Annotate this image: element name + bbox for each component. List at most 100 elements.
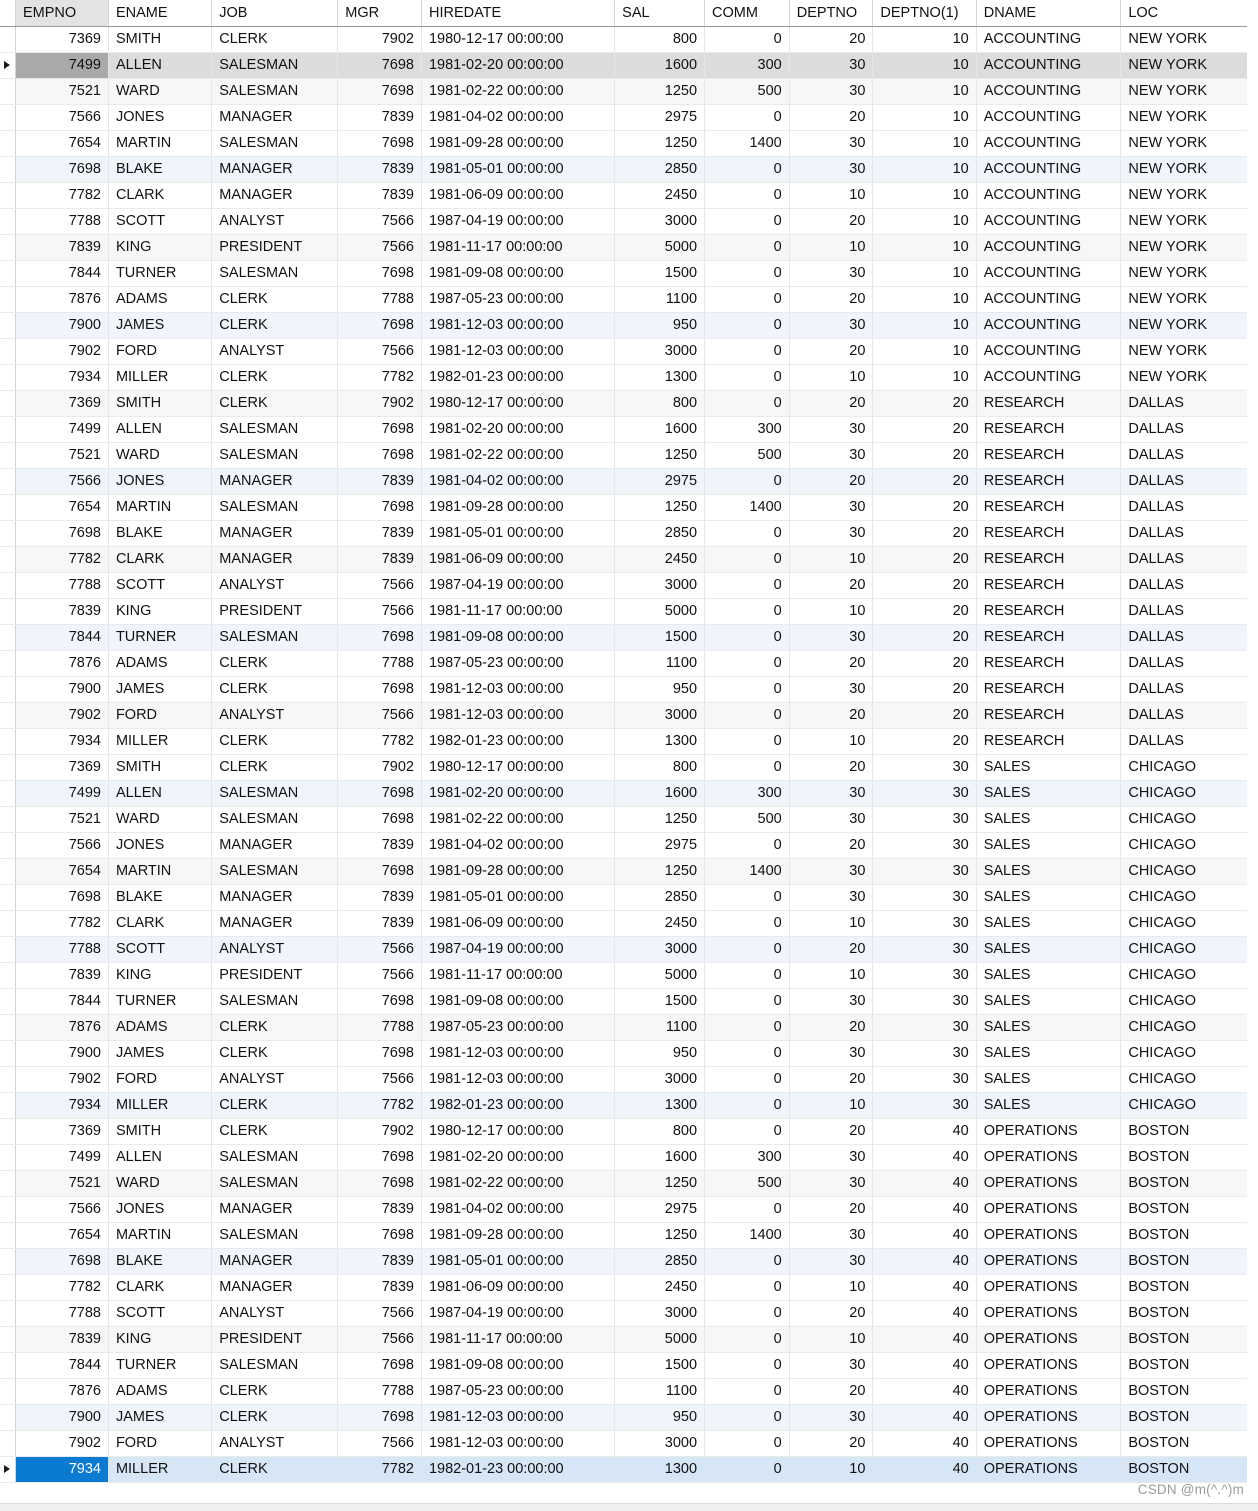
cell-loc[interactable]: DALLAS [1120, 442, 1247, 469]
cell-comm[interactable]: 0 [704, 234, 790, 261]
cell-sal[interactable]: 2975 [614, 468, 706, 495]
cell-hiredate[interactable]: 1981-12-03 00:00:00 [421, 1404, 616, 1431]
table-row[interactable]: 7521 WARD SALESMAN 7698 1981-02-22 00:00:00 1… [0, 1170, 1247, 1197]
cell-mgr[interactable]: 7698 [337, 1222, 422, 1249]
cell-mgr[interactable]: 7782 [337, 1456, 422, 1483]
cell-hiredate[interactable]: 1982-01-23 00:00:00 [421, 1092, 616, 1119]
cell-sal[interactable]: 5000 [614, 598, 706, 625]
cell-comm[interactable]: 0 [704, 1274, 790, 1301]
cell-comm[interactable]: 0 [704, 520, 790, 547]
cell-hiredate[interactable]: 1981-09-28 00:00:00 [421, 858, 616, 885]
cell-ename[interactable]: JAMES [108, 676, 213, 703]
cell-comm[interactable]: 500 [704, 442, 790, 469]
cell-comm[interactable]: 0 [704, 650, 790, 677]
cell-job[interactable]: SALESMAN [211, 78, 339, 105]
row-indicator-cell[interactable] [0, 1430, 17, 1457]
cell-job[interactable]: MANAGER [211, 832, 339, 859]
cell-dname[interactable]: RESEARCH [976, 468, 1122, 495]
cell-dname[interactable]: OPERATIONS [976, 1456, 1122, 1483]
cell-loc[interactable]: CHICAGO [1120, 1066, 1247, 1093]
cell-deptno1[interactable]: 10 [872, 78, 977, 105]
cell-empno[interactable]: 7698 [15, 884, 109, 911]
cell-hiredate[interactable]: 1981-05-01 00:00:00 [421, 156, 616, 183]
cell-comm[interactable]: 0 [704, 754, 790, 781]
cell-deptno[interactable]: 10 [789, 546, 874, 573]
cell-deptno[interactable]: 20 [789, 1430, 874, 1457]
cell-dname[interactable]: SALES [976, 806, 1122, 833]
cell-deptno[interactable]: 30 [789, 858, 874, 885]
row-indicator-cell[interactable] [0, 1196, 17, 1223]
cell-deptno[interactable]: 20 [789, 702, 874, 729]
cell-sal[interactable]: 3000 [614, 208, 706, 235]
cell-ename[interactable]: KING [108, 598, 213, 625]
cell-mgr[interactable]: 7839 [337, 1274, 422, 1301]
cell-hiredate[interactable]: 1981-09-28 00:00:00 [421, 130, 616, 157]
table-body[interactable]: 7369 SMITH CLERK 7902 1980-12-17 00:00:00 800… [0, 26, 1247, 1483]
row-indicator-cell[interactable] [0, 1352, 17, 1379]
cell-job[interactable]: CLERK [211, 364, 339, 391]
cell-empno[interactable]: 7654 [15, 858, 109, 885]
cell-loc[interactable]: NEW YORK [1120, 234, 1247, 261]
cell-ename[interactable]: JAMES [108, 1404, 213, 1431]
table-row[interactable]: 7844 TURNER SALESMAN 7698 1981-09-08 00:00:0… [0, 1352, 1247, 1379]
cell-sal[interactable]: 3000 [614, 572, 706, 599]
cell-dname[interactable]: RESEARCH [976, 624, 1122, 651]
cell-empno[interactable]: 7369 [15, 1118, 109, 1145]
cell-comm[interactable]: 300 [704, 52, 790, 79]
cell-comm[interactable]: 1400 [704, 1222, 790, 1249]
cell-loc[interactable]: DALLAS [1120, 546, 1247, 573]
table-row[interactable]: 7499 ALLEN SALESMAN 7698 1981-02-20 00:00:00… [0, 780, 1247, 807]
cell-sal[interactable]: 5000 [614, 962, 706, 989]
cell-dname[interactable]: SALES [976, 1066, 1122, 1093]
table-row[interactable]: 7369 SMITH CLERK 7902 1980-12-17 00:00:00 800… [0, 390, 1247, 417]
cell-empno[interactable]: 7844 [15, 988, 109, 1015]
cell-empno[interactable]: 7876 [15, 286, 109, 313]
cell-job[interactable]: ANALYST [211, 1430, 339, 1457]
table-row[interactable]: 7521 WARD SALESMAN 7698 1981-02-22 00:00:00 1… [0, 442, 1247, 469]
cell-comm[interactable]: 0 [704, 260, 790, 287]
cell-comm[interactable]: 0 [704, 26, 790, 53]
cell-ename[interactable]: SCOTT [108, 208, 213, 235]
row-indicator-cell[interactable] [0, 702, 17, 729]
cell-deptno1[interactable]: 30 [872, 936, 977, 963]
cell-dname[interactable]: OPERATIONS [976, 1300, 1122, 1327]
cell-mgr[interactable]: 7698 [337, 130, 422, 157]
table-row[interactable]: 7499 ALLEN SALESMAN 7698 1981-02-20 00:00:00… [0, 1144, 1247, 1171]
cell-loc[interactable]: DALLAS [1120, 598, 1247, 625]
cell-deptno1[interactable]: 20 [872, 468, 977, 495]
cell-loc[interactable]: BOSTON [1120, 1378, 1247, 1405]
row-indicator-cell[interactable] [0, 1170, 17, 1197]
cell-ename[interactable]: FORD [108, 1066, 213, 1093]
cell-empno[interactable]: 7934 [15, 364, 109, 391]
cell-job[interactable]: SALESMAN [211, 858, 339, 885]
cell-dname[interactable]: RESEARCH [976, 442, 1122, 469]
cell-deptno[interactable]: 20 [789, 1196, 874, 1223]
cell-hiredate[interactable]: 1981-09-08 00:00:00 [421, 624, 616, 651]
cell-empno[interactable]: 7521 [15, 1170, 109, 1197]
cell-mgr[interactable]: 7839 [337, 468, 422, 495]
cell-dname[interactable]: SALES [976, 1040, 1122, 1067]
cell-ename[interactable]: MILLER [108, 728, 213, 755]
cell-deptno[interactable]: 20 [789, 754, 874, 781]
cell-mgr[interactable]: 7839 [337, 884, 422, 911]
cell-comm[interactable]: 0 [704, 988, 790, 1015]
cell-sal[interactable]: 5000 [614, 1326, 706, 1353]
cell-loc[interactable]: DALLAS [1120, 572, 1247, 599]
cell-comm[interactable]: 0 [704, 910, 790, 937]
cell-empno[interactable]: 7934 [15, 1092, 109, 1119]
cell-dname[interactable]: ACCOUNTING [976, 52, 1122, 79]
cell-deptno[interactable]: 20 [789, 1378, 874, 1405]
row-indicator-cell[interactable] [0, 598, 17, 625]
cell-deptno1[interactable]: 20 [872, 598, 977, 625]
cell-deptno1[interactable]: 20 [872, 676, 977, 703]
cell-hiredate[interactable]: 1981-02-22 00:00:00 [421, 442, 616, 469]
cell-ename[interactable]: TURNER [108, 1352, 213, 1379]
cell-dname[interactable]: RESEARCH [976, 650, 1122, 677]
cell-deptno[interactable]: 20 [789, 1066, 874, 1093]
cell-ename[interactable]: CLARK [108, 546, 213, 573]
row-indicator-cell[interactable] [0, 338, 17, 365]
table-row[interactable]: 7839 KING PRESIDENT 7566 1981-11-17 00:00:00… [0, 234, 1247, 261]
cell-empno[interactable]: 7698 [15, 156, 109, 183]
cell-mgr[interactable]: 7698 [337, 1170, 422, 1197]
cell-loc[interactable]: DALLAS [1120, 494, 1247, 521]
